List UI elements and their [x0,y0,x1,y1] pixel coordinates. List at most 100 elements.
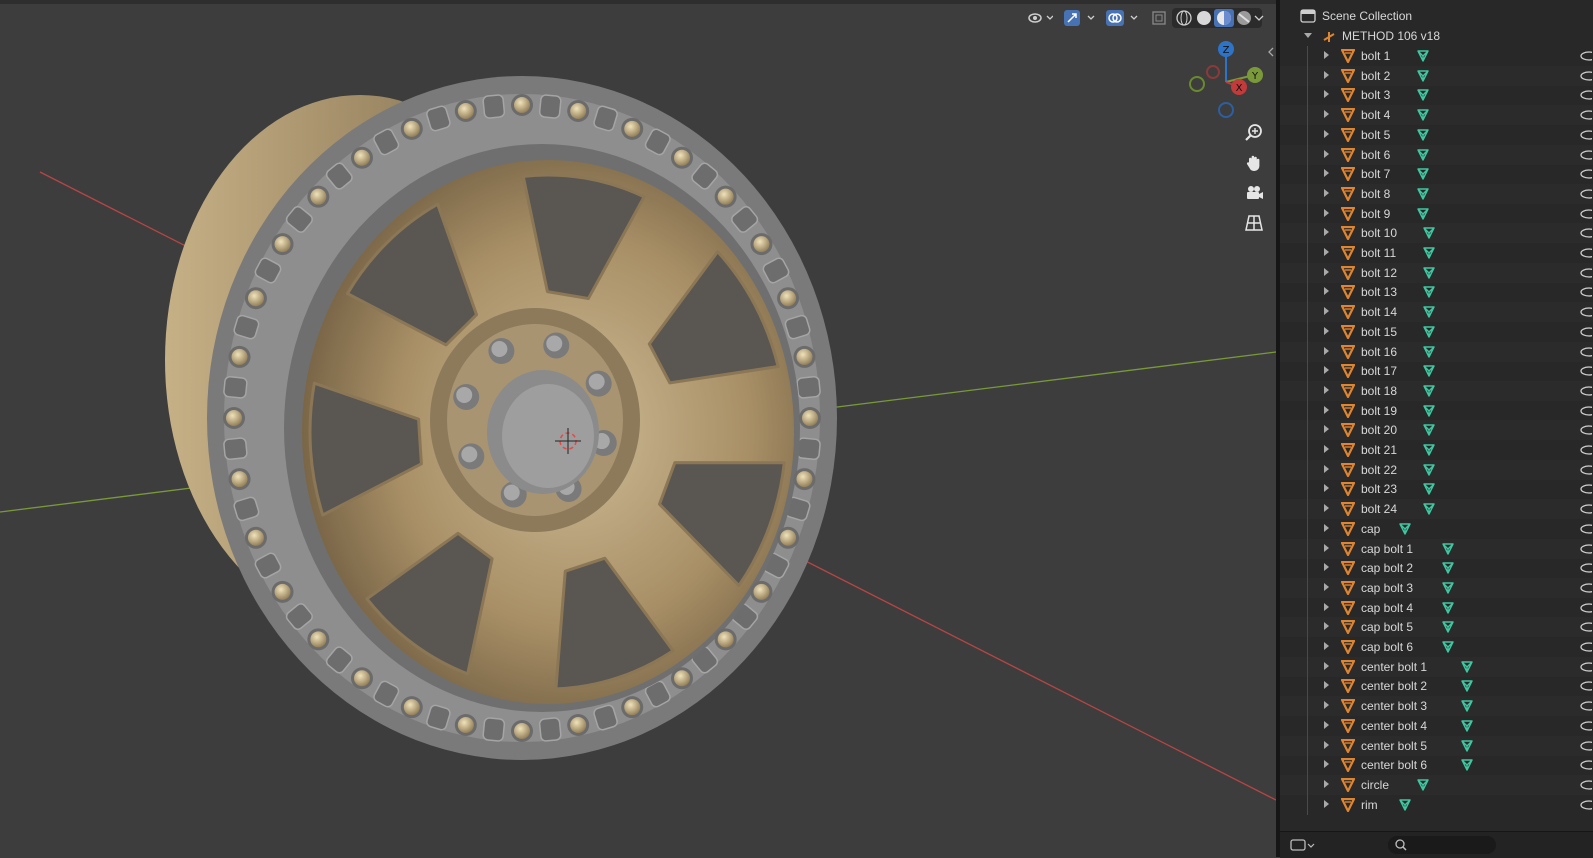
expand-arrow-icon[interactable] [1324,740,1329,749]
mesh-data-icon[interactable] [1416,207,1430,224]
visibility-eye-icon[interactable] [1580,503,1593,518]
camera-icon[interactable] [1241,180,1267,206]
visibility-eye-icon[interactable] [1580,424,1593,439]
outliner-item[interactable]: bolt 14 [1280,302,1593,323]
expand-arrow-icon[interactable] [1324,149,1329,158]
outliner-item[interactable]: bolt 3 [1280,85,1593,106]
expand-arrow-icon[interactable] [1324,582,1329,591]
outliner-item[interactable]: bolt 2 [1280,65,1593,86]
mesh-data-icon[interactable] [1460,660,1474,677]
expand-arrow-icon[interactable] [1324,622,1329,631]
expand-arrow-icon[interactable] [1324,90,1329,99]
visibility-eye-icon[interactable] [1580,602,1593,617]
visibility-eye-icon[interactable] [1580,523,1593,538]
visibility-eye-icon[interactable] [1580,168,1593,183]
outliner-item[interactable]: bolt 1 [1280,46,1593,66]
visibility-eye-icon[interactable] [1580,543,1593,558]
outliner-item[interactable]: bolt 15 [1280,321,1593,342]
outliner-item[interactable]: cap bolt 6 [1280,637,1593,657]
collapse-arrow-icon[interactable] [1304,33,1312,38]
outliner-item[interactable]: center bolt 2 [1280,676,1593,697]
visibility-eye-icon[interactable] [1580,483,1593,498]
visibility-eye-icon[interactable] [1580,50,1593,65]
mesh-data-icon[interactable] [1441,640,1455,657]
visibility-eye-icon[interactable] [1580,70,1593,85]
outliner-item[interactable]: center bolt 3 [1280,696,1593,717]
expand-arrow-icon[interactable] [1324,366,1329,375]
outliner-item[interactable]: bolt 5 [1280,124,1593,145]
expand-arrow-icon[interactable] [1324,523,1329,532]
expand-arrow-icon[interactable] [1324,464,1329,473]
visibility-eye-icon[interactable] [1580,799,1593,814]
expand-arrow-icon[interactable] [1324,484,1329,493]
outliner-item[interactable]: center bolt 1 [1280,656,1593,677]
gizmo-icon[interactable] [1062,8,1098,28]
mesh-data-icon[interactable] [1441,561,1455,578]
expand-arrow-icon[interactable] [1324,504,1329,513]
mesh-data-icon[interactable] [1422,364,1436,381]
mesh-data-icon[interactable] [1422,482,1436,499]
outliner-panel[interactable]: Scene Collection METHOD 106 v18 bolt 1 bo… [1280,0,1593,857]
mesh-data-icon[interactable] [1416,108,1430,125]
mesh-data-icon[interactable] [1422,266,1436,283]
mesh-data-icon[interactable] [1416,778,1430,795]
mesh-data-icon[interactable] [1460,699,1474,716]
expand-arrow-icon[interactable] [1324,228,1329,237]
outliner-search-input[interactable] [1388,836,1496,854]
outliner-item[interactable]: center bolt 6 [1280,755,1593,776]
scene-collection-row[interactable]: Scene Collection [1280,6,1593,26]
zoom-icon[interactable] [1241,120,1267,146]
expand-arrow-icon[interactable] [1324,188,1329,197]
outliner-item[interactable]: bolt 13 [1280,282,1593,303]
expand-arrow-icon[interactable] [1324,110,1329,119]
expand-arrow-icon[interactable] [1324,779,1329,788]
outliner-item[interactable]: bolt 23 [1280,479,1593,500]
mesh-data-icon[interactable] [1422,423,1436,440]
outliner-item[interactable]: bolt 4 [1280,105,1593,126]
visibility-eye-icon[interactable] [1580,346,1593,361]
mesh-data-icon[interactable] [1416,187,1430,204]
mesh-data-icon[interactable] [1422,384,1436,401]
visibility-eye-icon[interactable] [1580,286,1593,301]
visibility-eye-icon[interactable] [1580,562,1593,577]
expand-arrow-icon[interactable] [1324,760,1329,769]
visibility-icon[interactable] [1026,8,1054,28]
expand-arrow-icon[interactable] [1324,51,1329,59]
outliner-item[interactable]: cap bolt 4 [1280,597,1593,618]
expand-arrow-icon[interactable] [1324,602,1329,611]
visibility-eye-icon[interactable] [1580,365,1593,380]
mesh-data-icon[interactable] [1422,305,1436,322]
grid-ortho-icon[interactable] [1241,210,1267,236]
outliner-item[interactable]: cap [1280,518,1593,539]
visibility-eye-icon[interactable] [1580,385,1593,400]
outliner-item[interactable]: cap bolt 2 [1280,558,1593,579]
mesh-data-icon[interactable] [1441,601,1455,618]
visibility-eye-icon[interactable] [1580,247,1593,262]
expand-arrow-icon[interactable] [1324,543,1329,552]
collection-row[interactable]: METHOD 106 v18 [1280,26,1593,46]
overlay-icon[interactable] [1104,8,1142,28]
mesh-data-icon[interactable] [1422,226,1436,243]
mesh-data-icon[interactable] [1398,522,1412,539]
visibility-eye-icon[interactable] [1580,208,1593,223]
visibility-eye-icon[interactable] [1580,444,1593,459]
mesh-data-icon[interactable] [1416,148,1430,165]
outliner-item[interactable]: bolt 9 [1280,203,1593,224]
outliner-item[interactable]: bolt 20 [1280,420,1593,441]
pan-hand-icon[interactable] [1241,150,1267,176]
expand-arrow-icon[interactable] [1324,385,1329,394]
expand-arrow-icon[interactable] [1324,70,1329,79]
3d-viewport[interactable]: Z Y X [0,0,1276,857]
mesh-data-icon[interactable] [1416,128,1430,145]
expand-arrow-icon[interactable] [1324,267,1329,276]
visibility-eye-icon[interactable] [1580,326,1593,341]
expand-arrow-icon[interactable] [1324,720,1329,729]
mesh-data-icon[interactable] [1441,542,1455,559]
expand-arrow-icon[interactable] [1324,445,1329,453]
visibility-eye-icon[interactable] [1580,405,1593,420]
visibility-eye-icon[interactable] [1580,129,1593,144]
visibility-eye-icon[interactable] [1580,306,1593,321]
visibility-eye-icon[interactable] [1580,661,1593,676]
expand-arrow-icon[interactable] [1324,169,1329,178]
wheel-model[interactable] [165,76,837,760]
